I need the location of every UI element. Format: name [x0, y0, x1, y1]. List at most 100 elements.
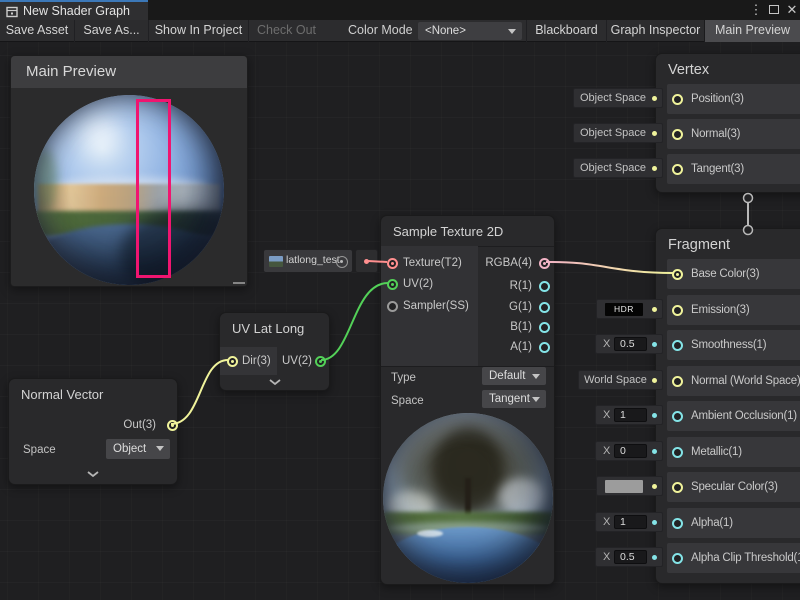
- dir-input-label: Dir(3): [242, 353, 271, 369]
- object-picker-icon[interactable]: [336, 256, 348, 268]
- panel-resize-handle[interactable]: [233, 282, 245, 284]
- smoothness-input-port[interactable]: [672, 340, 683, 351]
- alpha-value-field[interactable]: 1: [614, 515, 647, 529]
- uv-input-port[interactable]: [387, 279, 398, 290]
- main-preview-panel[interactable]: Main Preview: [10, 55, 248, 287]
- position-space-widget[interactable]: Object Space: [573, 88, 663, 108]
- out-output-label: Out(3): [123, 417, 156, 433]
- alpha-input-port[interactable]: [672, 518, 683, 529]
- main-preview-toggle-button[interactable]: Main Preview: [704, 20, 800, 42]
- ambient-occlusion-value-field[interactable]: 1: [614, 408, 647, 422]
- texture-input-label: Texture(T2): [403, 255, 462, 271]
- b-output-port[interactable]: [539, 322, 550, 333]
- r-output-port[interactable]: [539, 281, 550, 292]
- normal-vector-node[interactable]: Normal Vector Out(3) Space Object: [8, 378, 178, 485]
- sampler-input-port[interactable]: [387, 301, 398, 312]
- g-output-label: G(1): [509, 299, 532, 315]
- fragment-slot-alpha-clip: Alpha Clip Threshold(1): [667, 543, 800, 573]
- space-dropdown[interactable]: Tangent: [482, 390, 546, 408]
- normal-space-widget[interactable]: Object Space: [573, 123, 663, 143]
- position-slot-label: Position(3): [691, 84, 744, 114]
- emission-input-port[interactable]: [672, 305, 683, 316]
- uv-output-port[interactable]: [315, 356, 326, 367]
- alpha-clip-value-field[interactable]: 0.5: [614, 550, 647, 564]
- alpha-value-widget: X 1: [595, 512, 663, 532]
- save-asset-button[interactable]: Save Asset: [0, 20, 74, 42]
- out-output-port[interactable]: [167, 420, 178, 431]
- texture-output-block: [355, 249, 378, 273]
- type-dropdown[interactable]: Default: [482, 367, 546, 385]
- position-input-port[interactable]: [672, 94, 683, 105]
- check-out-button: Check Out: [248, 20, 324, 42]
- uv-input-label: UV(2): [403, 276, 433, 292]
- vertex-slot-normal: Normal(3): [667, 119, 800, 149]
- texture-thumbnail: [269, 256, 283, 267]
- shader-graph-window: New Shader Graph ⋮ ✕ Save Asset Save As.…: [0, 0, 800, 600]
- tab-new-shader-graph[interactable]: New Shader Graph: [0, 0, 148, 20]
- graph-inspector-toggle-button[interactable]: Graph Inspector: [606, 20, 704, 42]
- show-in-project-button[interactable]: Show In Project: [148, 20, 248, 42]
- base-color-input-port[interactable]: [672, 269, 683, 280]
- dir-input-port[interactable]: [227, 356, 238, 367]
- collapse-chevron-icon[interactable]: [269, 379, 281, 385]
- window-menu-icon[interactable]: ⋮: [748, 0, 764, 20]
- main-preview-sphere: [34, 95, 224, 285]
- texture-asset-body[interactable]: latlong_test: [263, 249, 353, 273]
- tangent-space-widget[interactable]: Object Space: [573, 158, 663, 178]
- alpha-clip-input-port[interactable]: [672, 553, 683, 564]
- specular-color-input-port[interactable]: [672, 482, 683, 493]
- vertex-node[interactable]: Vertex Position(3) Normal(3) Tangent(3): [655, 53, 800, 193]
- fragment-slot-emission: Emission(3): [667, 295, 800, 325]
- normal-slot-label: Normal(3): [691, 119, 740, 149]
- fragment-slot-alpha: Alpha(1): [667, 508, 800, 538]
- fragment-node[interactable]: Fragment Base Color(3) Emission(3) Smoot…: [655, 228, 800, 584]
- toolbar: Save Asset Save As... Show In Project Ch…: [0, 20, 800, 42]
- metallic-input-port[interactable]: [672, 447, 683, 458]
- color-mode-label: Color Mode: [348, 20, 413, 42]
- save-as-button[interactable]: Save As...: [74, 20, 148, 42]
- specular-color-field[interactable]: [596, 476, 663, 496]
- color-mode-dropdown[interactable]: <None>: [418, 22, 522, 40]
- metallic-value-widget: X 0: [595, 441, 663, 461]
- fragment-slot-normal-ws: Normal (World Space)(3): [667, 366, 800, 396]
- uv-lat-long-title: UV Lat Long: [232, 321, 304, 336]
- selection-rectangle: [136, 99, 171, 278]
- sample-texture-title: Sample Texture 2D: [393, 224, 503, 239]
- emission-hdr-color-field[interactable]: HDR: [596, 299, 663, 319]
- normal-vector-title: Normal Vector: [21, 387, 103, 402]
- fragment-slot-ambient-occlusion: Ambient Occlusion(1): [667, 401, 800, 431]
- texture-output-port[interactable]: [364, 259, 369, 264]
- ambient-occlusion-input-port[interactable]: [672, 411, 683, 422]
- tangent-slot-label: Tangent(3): [691, 154, 744, 184]
- window-maximize-icon[interactable]: [766, 0, 782, 20]
- normal-space-widget-fragment[interactable]: World Space: [578, 370, 663, 390]
- vertex-node-title: Vertex: [668, 62, 709, 78]
- a-output-port[interactable]: [539, 342, 550, 353]
- shader-graph-icon: [6, 6, 18, 18]
- g-output-port[interactable]: [539, 302, 550, 313]
- tangent-input-port[interactable]: [672, 164, 683, 175]
- sample-texture-2d-node[interactable]: Sample Texture 2D Texture(T2) UV(2) Samp…: [380, 215, 555, 585]
- nv-space-dropdown[interactable]: Object: [106, 439, 170, 459]
- alpha-clip-value-widget: X 0.5: [595, 547, 663, 567]
- rgba-output-port[interactable]: [539, 258, 550, 269]
- b-output-label: B(1): [510, 319, 532, 335]
- fragment-slot-metallic: Metallic(1): [667, 437, 800, 467]
- tab-title: New Shader Graph: [23, 4, 130, 18]
- smoothness-value-widget: X 0.5: [595, 334, 663, 354]
- fragment-slot-smoothness: Smoothness(1): [667, 330, 800, 360]
- normal-ws-input-port[interactable]: [672, 376, 683, 387]
- uv-lat-long-node[interactable]: UV Lat Long Dir(3) UV(2): [219, 312, 330, 391]
- rgba-output-label: RGBA(4): [485, 255, 532, 271]
- normal-input-port[interactable]: [672, 129, 683, 140]
- smoothness-value-field[interactable]: 0.5: [614, 337, 647, 351]
- window-close-icon[interactable]: ✕: [784, 0, 800, 20]
- blackboard-toggle-button[interactable]: Blackboard: [526, 20, 606, 42]
- type-control-label: Type: [391, 369, 416, 387]
- space-control-label: Space: [391, 392, 424, 410]
- texture-input-port[interactable]: [387, 258, 398, 269]
- metallic-value-field[interactable]: 0: [614, 444, 647, 458]
- collapse-chevron-icon[interactable]: [87, 471, 99, 477]
- main-preview-header[interactable]: Main Preview: [11, 56, 247, 88]
- sampler-input-label: Sampler(SS): [403, 298, 469, 314]
